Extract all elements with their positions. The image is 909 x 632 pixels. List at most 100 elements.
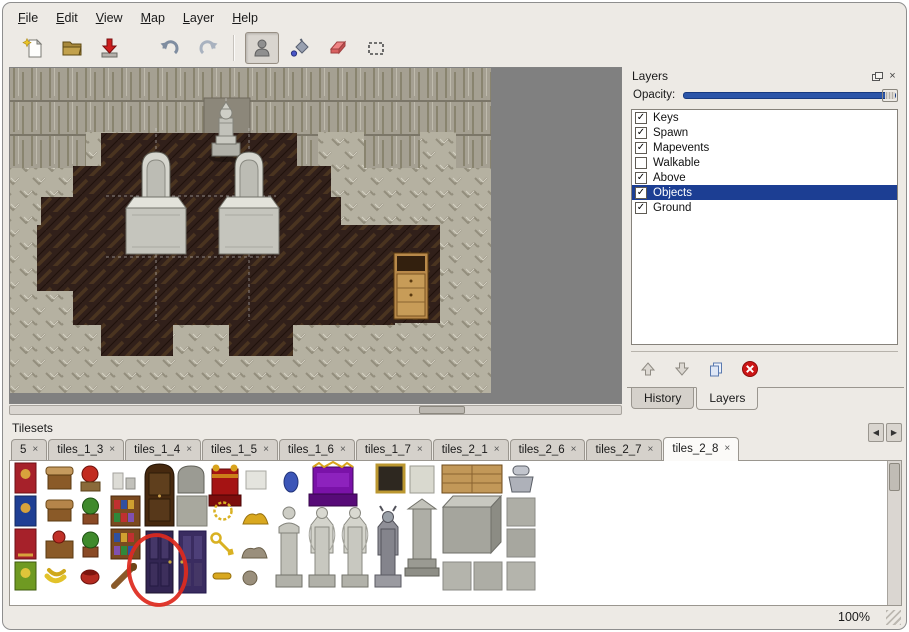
tab-label: tiles_2_7 [595,444,641,456]
zoom-level: 100% [838,610,870,624]
map-canvas[interactable] [9,67,622,404]
layer-list: ✓ Keys ✓ Spawn ✓ Mapevents Walkable ✓ Ab… [631,109,898,345]
open-button[interactable] [55,32,89,64]
tab-label: tiles_1_4 [134,444,180,456]
save-icon [98,36,122,60]
layers-panel-header: Layers × [627,67,904,85]
tileset-tab[interactable]: tiles_1_5× [202,439,278,460]
tab-close-icon[interactable]: × [648,445,654,455]
tab-history[interactable]: History [631,388,694,409]
layer-checkbox[interactable] [635,157,647,169]
layer-name: Spawn [653,127,688,139]
tab-label: tiles_1_3 [57,444,103,456]
tileset-tab[interactable]: tiles_1_6 × [279,439,355,460]
menu-layer[interactable]: Layer [174,9,223,27]
arrow-down-icon [673,360,691,378]
tilesets-panel-header: Tilesets × [7,419,904,437]
eraser-icon [326,36,350,60]
tab-close-icon[interactable]: × [32,445,38,455]
tab-close-icon[interactable]: × [340,445,346,455]
layer-checkbox[interactable]: ✓ [635,172,647,184]
layer-checkbox[interactable]: ✓ [635,127,647,139]
save-button[interactable] [93,32,127,64]
layers-separator [631,351,898,352]
stamp-tool-button[interactable] [245,32,279,64]
tileset-tab[interactable]: tiles_1_3 × [48,439,124,460]
tab-close-icon[interactable]: × [724,444,730,454]
new-file-icon [22,36,46,60]
tab-label: tiles_1_7 [365,444,411,456]
layer-row-mapevents[interactable]: ✓ Mapevents [632,140,897,155]
delete-layer-button[interactable] [737,357,763,381]
scroll-tabs-left-button[interactable]: ◀ [868,423,884,442]
status-bar: 100% [3,607,906,629]
toolbar-separator [233,35,235,61]
tileset-tab[interactable]: tiles_2_1× [433,439,509,460]
tab-layers[interactable]: Layers [696,387,758,410]
layer-row-ground[interactable]: ✓ Ground [632,200,897,215]
map-horizontal-scrollbar[interactable] [9,405,622,415]
tab-label: 5 [20,444,26,456]
purple-door-tile-2 [179,531,206,593]
selection-rect-icon [364,36,388,60]
tileset-vertical-scrollbar[interactable] [887,461,901,605]
duplicate-layer-button[interactable] [703,357,729,381]
menu-bar: File Edit View Map Layer Help [9,8,267,28]
tileset-vscroll-handle[interactable] [889,463,900,491]
tileset-grid[interactable] [9,461,902,606]
undo-button[interactable] [153,32,187,64]
layer-checkbox[interactable]: ✓ [635,202,647,214]
layer-row-walkable[interactable]: Walkable [632,155,897,170]
tileset-tab[interactable]: tiles_1_4 × [125,439,201,460]
move-layer-down-button[interactable] [669,357,695,381]
new-file-button[interactable] [17,32,51,64]
layer-checkbox[interactable]: ✓ [635,142,647,154]
layers-panel: Layers × Opacity: ✓ Keys ✓ Spawn ✓ Mapev… [627,67,904,415]
tileset-tab[interactable]: tiles_2_7 × [586,439,662,460]
layers-float-button[interactable] [870,70,883,83]
application-window: { "colors": { "selection_blue": "#1c3e93… [0,0,909,632]
layer-row-spawn[interactable]: ✓ Spawn [632,125,897,140]
move-layer-up-button[interactable] [635,357,661,381]
map-hscroll-handle[interactable] [419,406,465,414]
menu-help[interactable]: Help [223,9,267,27]
layers-panel-title: Layers [632,69,867,83]
layer-checkbox[interactable]: ✓ [635,187,647,199]
tileset-tab[interactable]: 5× [11,439,47,460]
tab-close-icon[interactable]: × [417,445,423,455]
menu-edit[interactable]: Edit [47,9,87,27]
menu-map[interactable]: Map [132,9,174,27]
redo-button[interactable] [191,32,225,64]
fill-tool-button[interactable] [283,32,317,64]
tab-close-icon[interactable]: × [494,445,500,455]
tileset-tab[interactable]: tiles_2_6 × [510,439,586,460]
float-icon [872,72,881,80]
layer-name: Above [653,172,686,184]
opacity-slider-track[interactable] [683,92,896,99]
editor-window: File Edit View Map Layer Help [2,2,907,630]
menu-view[interactable]: View [87,9,132,27]
tab-close-icon[interactable]: × [263,445,269,455]
duplicate-icon [707,360,725,378]
layer-actions [635,356,771,382]
tab-close-icon[interactable]: × [109,445,115,455]
opacity-slider-handle[interactable] [882,89,898,102]
tab-scroll-buttons: ◀ ▶ [866,423,902,442]
eraser-tool-button[interactable] [321,32,355,64]
layer-row-objects[interactable]: ✓ Objects [632,185,897,200]
layer-row-above[interactable]: ✓ Above [632,170,897,185]
menu-file[interactable]: File [9,9,47,27]
layers-close-button[interactable]: × [886,70,899,83]
tab-close-icon[interactable]: × [186,445,192,455]
layer-row-keys[interactable]: ✓ Keys [632,110,897,125]
opacity-slider[interactable] [683,88,898,102]
tab-label: tiles_2_6 [519,444,565,456]
layer-checkbox[interactable]: ✓ [635,112,647,124]
resize-grip[interactable] [886,610,901,625]
scroll-tabs-right-button[interactable]: ▶ [886,423,902,442]
tab-label: tiles_1_6 [288,444,334,456]
tileset-tab-active[interactable]: tiles_2_8× [663,437,739,461]
tileset-tab[interactable]: tiles_1_7 × [356,439,432,460]
tab-close-icon[interactable]: × [571,445,577,455]
select-tool-button[interactable] [359,32,393,64]
